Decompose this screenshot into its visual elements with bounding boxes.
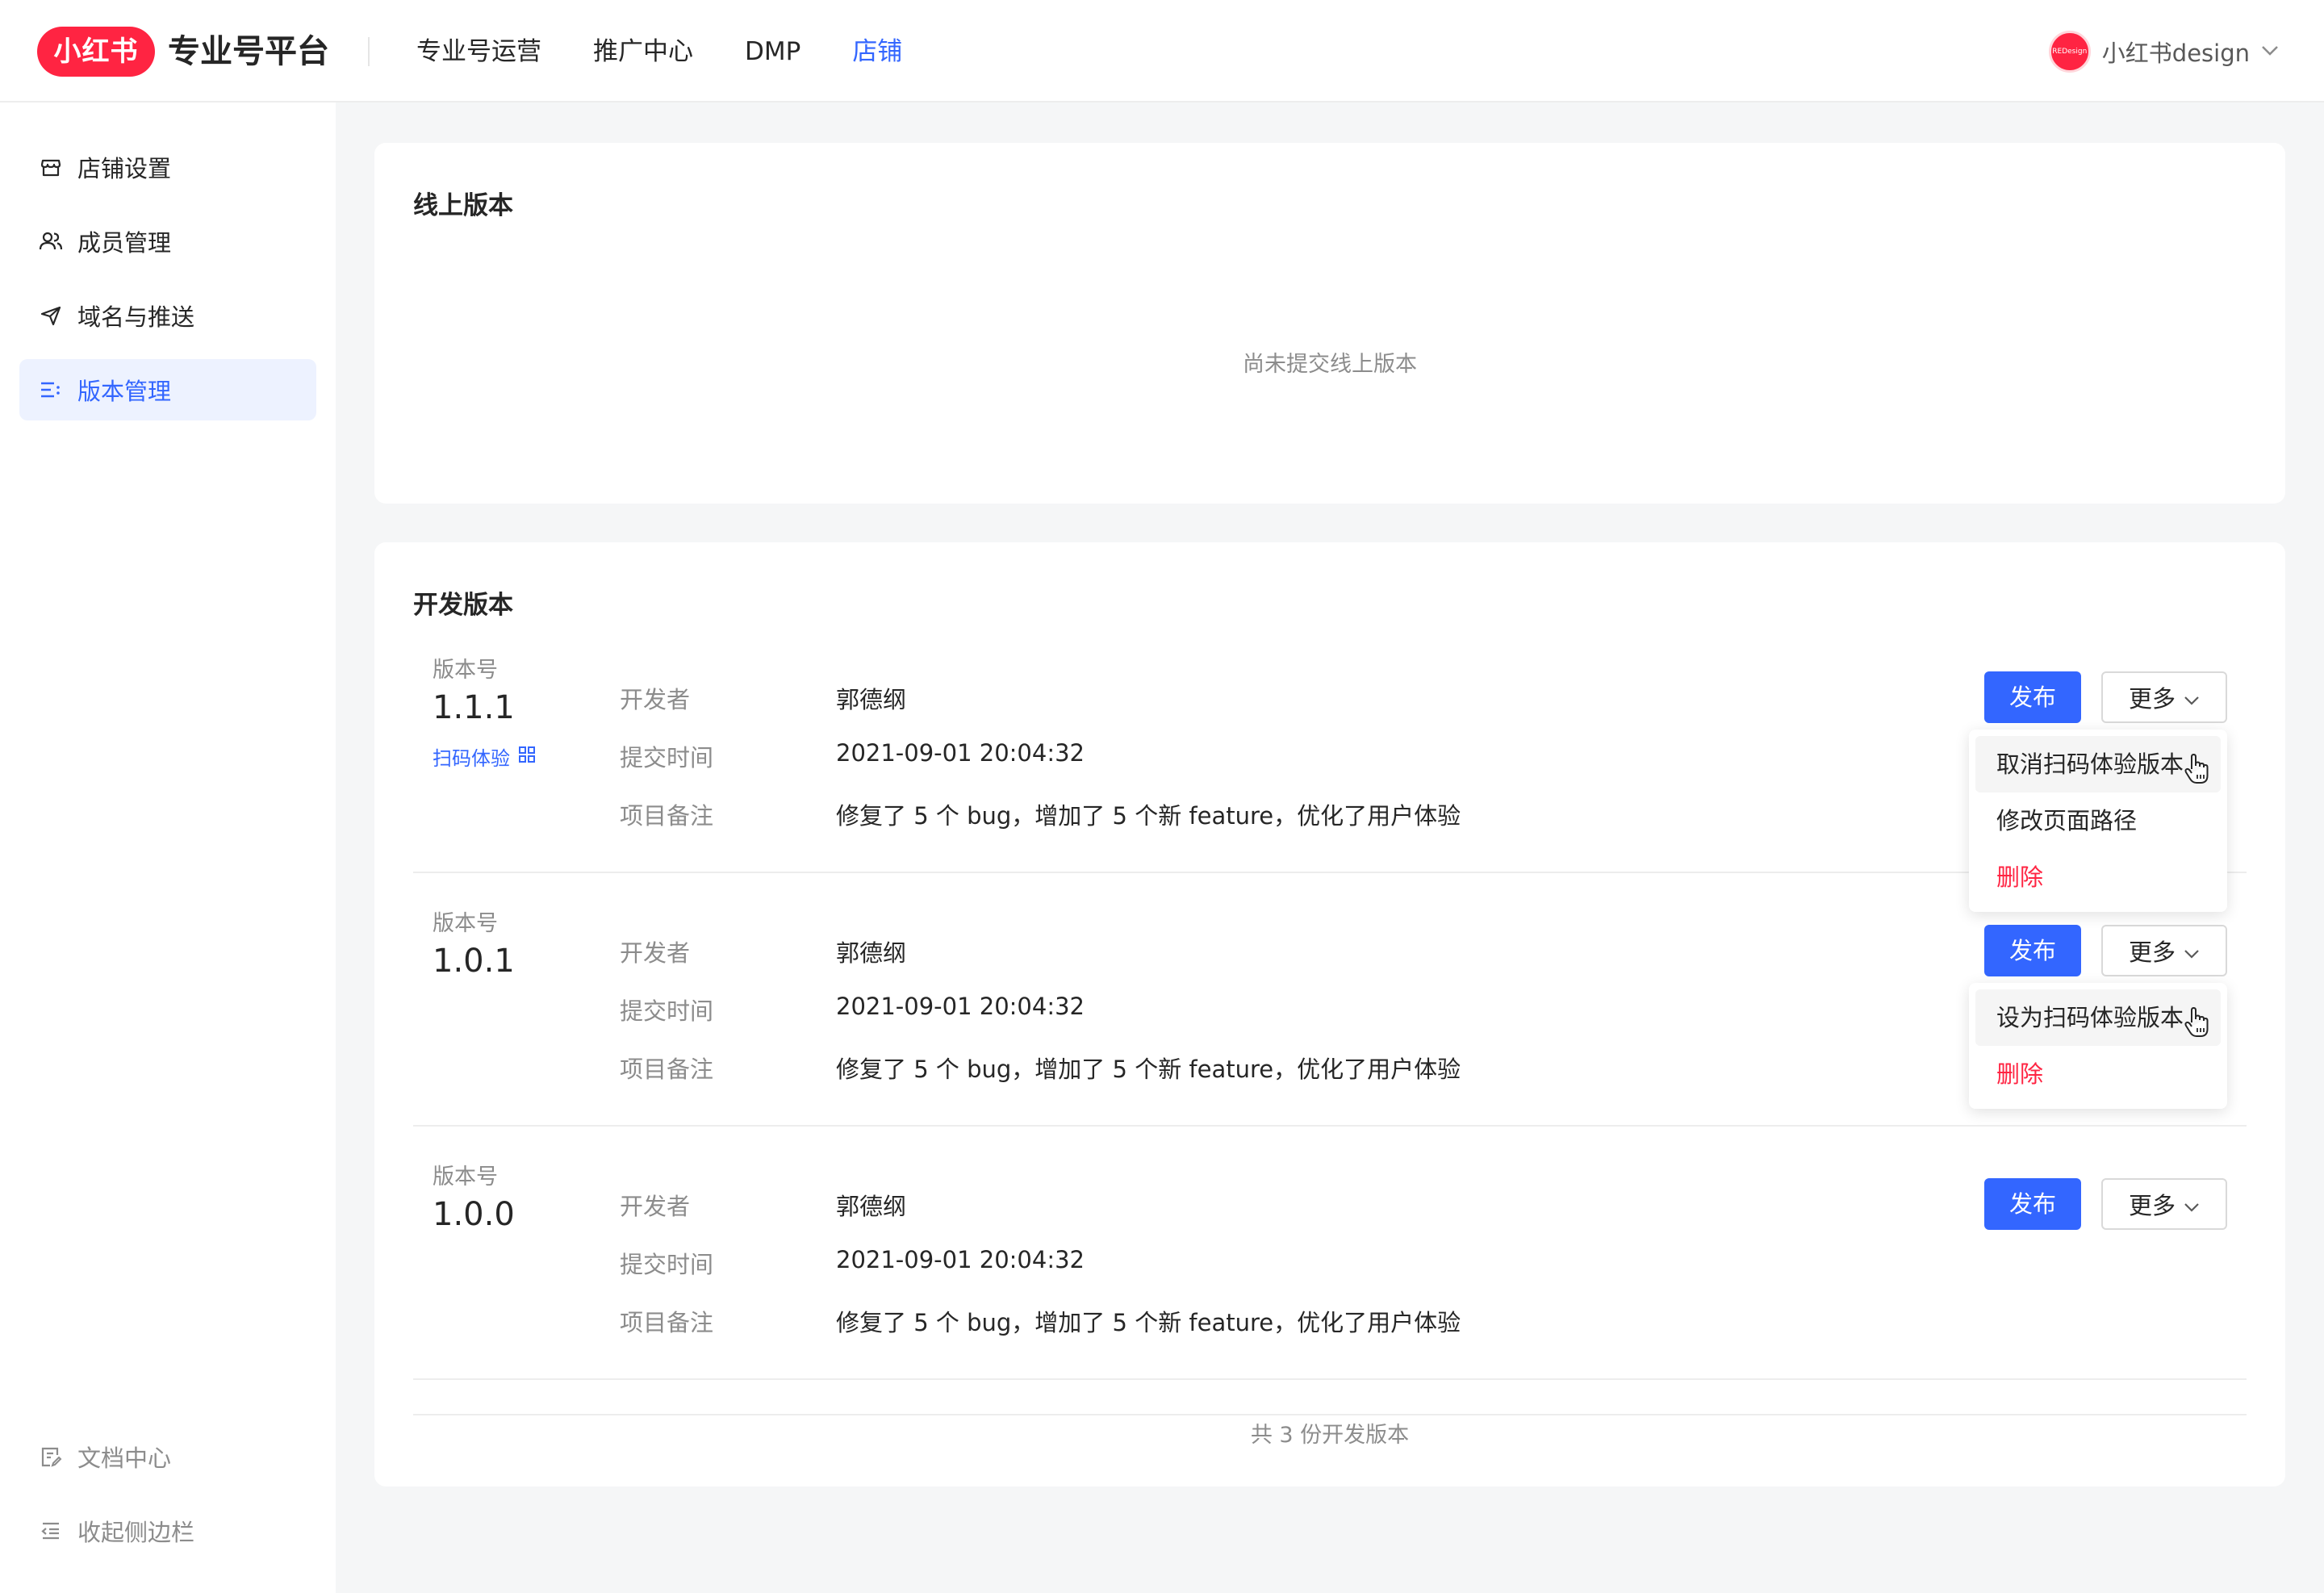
developer-label: 开发者 bbox=[620, 1193, 691, 1220]
menu-item-cancel-scan[interactable]: 取消扫码体验版本 bbox=[1975, 736, 2221, 792]
developer-label: 开发者 bbox=[620, 686, 691, 713]
sidebar-item-label: 店铺设置 bbox=[77, 155, 172, 182]
menu-item-delete[interactable]: 删除 bbox=[1975, 1046, 2221, 1102]
store-icon bbox=[39, 155, 63, 179]
more-label: 更多 bbox=[2128, 939, 2176, 966]
version-label: 版本号 bbox=[433, 1164, 498, 1190]
list-icon bbox=[39, 378, 63, 402]
chevron-down-icon bbox=[2261, 44, 2279, 60]
sidebar-item-label: 成员管理 bbox=[77, 229, 172, 257]
top-nav: 专业号运营 推广中心 DMP 店铺 bbox=[416, 29, 954, 74]
version-count-text: 共 3 份开发版本 bbox=[1250, 1423, 1410, 1448]
publish-button[interactable]: 发布 bbox=[1984, 671, 2081, 723]
publish-button[interactable]: 发布 bbox=[1984, 1178, 2081, 1230]
qrcode-icon bbox=[518, 746, 536, 768]
chevron-down-icon bbox=[2184, 1190, 2200, 1218]
members-icon bbox=[39, 229, 63, 253]
sidebar-item-docs[interactable]: 文档中心 bbox=[19, 1426, 316, 1487]
more-dropdown-menu: 设为扫码体验版本 删除 bbox=[1969, 983, 2227, 1109]
submit-time-value: 2021-09-01 20:04:32 bbox=[836, 1246, 1085, 1273]
more-button[interactable]: 更多 bbox=[2101, 671, 2227, 723]
version-number: 1.0.1 bbox=[433, 943, 515, 980]
sidebar-item-members[interactable]: 成员管理 bbox=[19, 211, 316, 272]
developer-label: 开发者 bbox=[620, 939, 691, 967]
send-icon bbox=[39, 303, 63, 328]
sidebar: 店铺设置 成员管理 域名与推送 版本管理 文档中心 收起侧边栏 bbox=[0, 102, 336, 1593]
menu-item-edit-path[interactable]: 修改页面路径 bbox=[1975, 792, 2221, 849]
version-row: 版本号 1.0.0 开发者 郭德纲 提交时间 2021-09-01 20:04:… bbox=[413, 1127, 2247, 1380]
sidebar-item-label: 版本管理 bbox=[77, 378, 172, 405]
sidebar-item-domain[interactable]: 域名与推送 bbox=[19, 285, 316, 346]
card-title: 线上版本 bbox=[413, 191, 513, 220]
developer-value: 郭德纲 bbox=[836, 1193, 907, 1220]
nav-item-dmp[interactable]: DMP bbox=[745, 29, 800, 74]
scan-label: 扫码体验 bbox=[433, 747, 510, 770]
sidebar-item-label: 收起侧边栏 bbox=[77, 1519, 195, 1546]
nav-item-store[interactable]: 店铺 bbox=[852, 29, 902, 74]
user-name: 小红书design bbox=[2101, 40, 2250, 67]
menu-item-label: 设为扫码体验版本 bbox=[1996, 1004, 2184, 1031]
remark-value: 修复了 5 个 bug，增加了 5 个新 feature，优化了用户体验 bbox=[836, 1309, 1461, 1336]
publish-button[interactable]: 发布 bbox=[1984, 925, 2081, 976]
more-button[interactable]: 更多 bbox=[2101, 1178, 2227, 1230]
submit-time-value: 2021-09-01 20:04:32 bbox=[836, 993, 1085, 1020]
sidebar-collapse[interactable]: 收起侧边栏 bbox=[19, 1500, 316, 1562]
more-dropdown-menu: 取消扫码体验版本 修改页面路径 删除 bbox=[1969, 730, 2227, 912]
more-button[interactable]: 更多 bbox=[2101, 925, 2227, 976]
menu-item-label: 取消扫码体验版本 bbox=[1996, 751, 2184, 778]
sidebar-item-label: 域名与推送 bbox=[77, 303, 195, 331]
document-icon bbox=[39, 1445, 63, 1469]
submit-time-label: 提交时间 bbox=[620, 744, 714, 771]
submit-time-label: 提交时间 bbox=[620, 1251, 714, 1278]
card-title: 开发版本 bbox=[413, 591, 513, 620]
version-label: 版本号 bbox=[433, 658, 498, 683]
avatar: REDesign bbox=[2048, 31, 2091, 73]
sidebar-item-label: 文档中心 bbox=[77, 1445, 172, 1472]
platform-title: 专业号平台 bbox=[168, 33, 329, 70]
more-label: 更多 bbox=[2128, 1192, 2176, 1219]
menu-item-delete[interactable]: 删除 bbox=[1975, 849, 2221, 905]
user-menu[interactable]: REDesign 小红书design bbox=[2048, 29, 2279, 74]
version-number: 1.1.1 bbox=[433, 689, 515, 726]
submit-time-value: 2021-09-01 20:04:32 bbox=[836, 739, 1085, 767]
menu-item-set-scan[interactable]: 设为扫码体验版本 bbox=[1975, 989, 2221, 1046]
developer-value: 郭德纲 bbox=[836, 939, 907, 967]
logo[interactable]: 小红书 bbox=[37, 27, 155, 77]
nav-item-promotion[interactable]: 推广中心 bbox=[593, 29, 693, 74]
nav-item-operation[interactable]: 专业号运营 bbox=[416, 29, 541, 74]
top-bar: 小红书 专业号平台 专业号运营 推广中心 DMP 店铺 REDesign 小红书… bbox=[0, 0, 2324, 102]
version-number: 1.0.0 bbox=[433, 1196, 515, 1233]
remark-label: 项目备注 bbox=[620, 1309, 714, 1336]
developer-value: 郭德纲 bbox=[836, 686, 907, 713]
sidebar-item-store-settings[interactable]: 店铺设置 bbox=[19, 136, 316, 198]
collapse-icon bbox=[39, 1519, 63, 1543]
empty-state-text: 尚未提交线上版本 bbox=[1243, 352, 1417, 377]
remark-value: 修复了 5 个 bug，增加了 5 个新 feature，优化了用户体验 bbox=[836, 802, 1461, 830]
version-label: 版本号 bbox=[433, 911, 498, 936]
remark-label: 项目备注 bbox=[620, 1056, 714, 1083]
remark-label: 项目备注 bbox=[620, 802, 714, 830]
chevron-down-icon bbox=[2184, 684, 2200, 711]
chevron-down-icon bbox=[2184, 937, 2200, 964]
header-divider bbox=[368, 37, 370, 66]
more-label: 更多 bbox=[2128, 685, 2176, 713]
submit-time-label: 提交时间 bbox=[620, 997, 714, 1025]
scan-experience-link[interactable]: 扫码体验 bbox=[433, 742, 536, 771]
online-version-card: 线上版本 尚未提交线上版本 bbox=[374, 143, 2285, 504]
remark-value: 修复了 5 个 bug，增加了 5 个新 feature，优化了用户体验 bbox=[836, 1056, 1461, 1083]
sidebar-item-versions[interactable]: 版本管理 bbox=[19, 359, 316, 420]
